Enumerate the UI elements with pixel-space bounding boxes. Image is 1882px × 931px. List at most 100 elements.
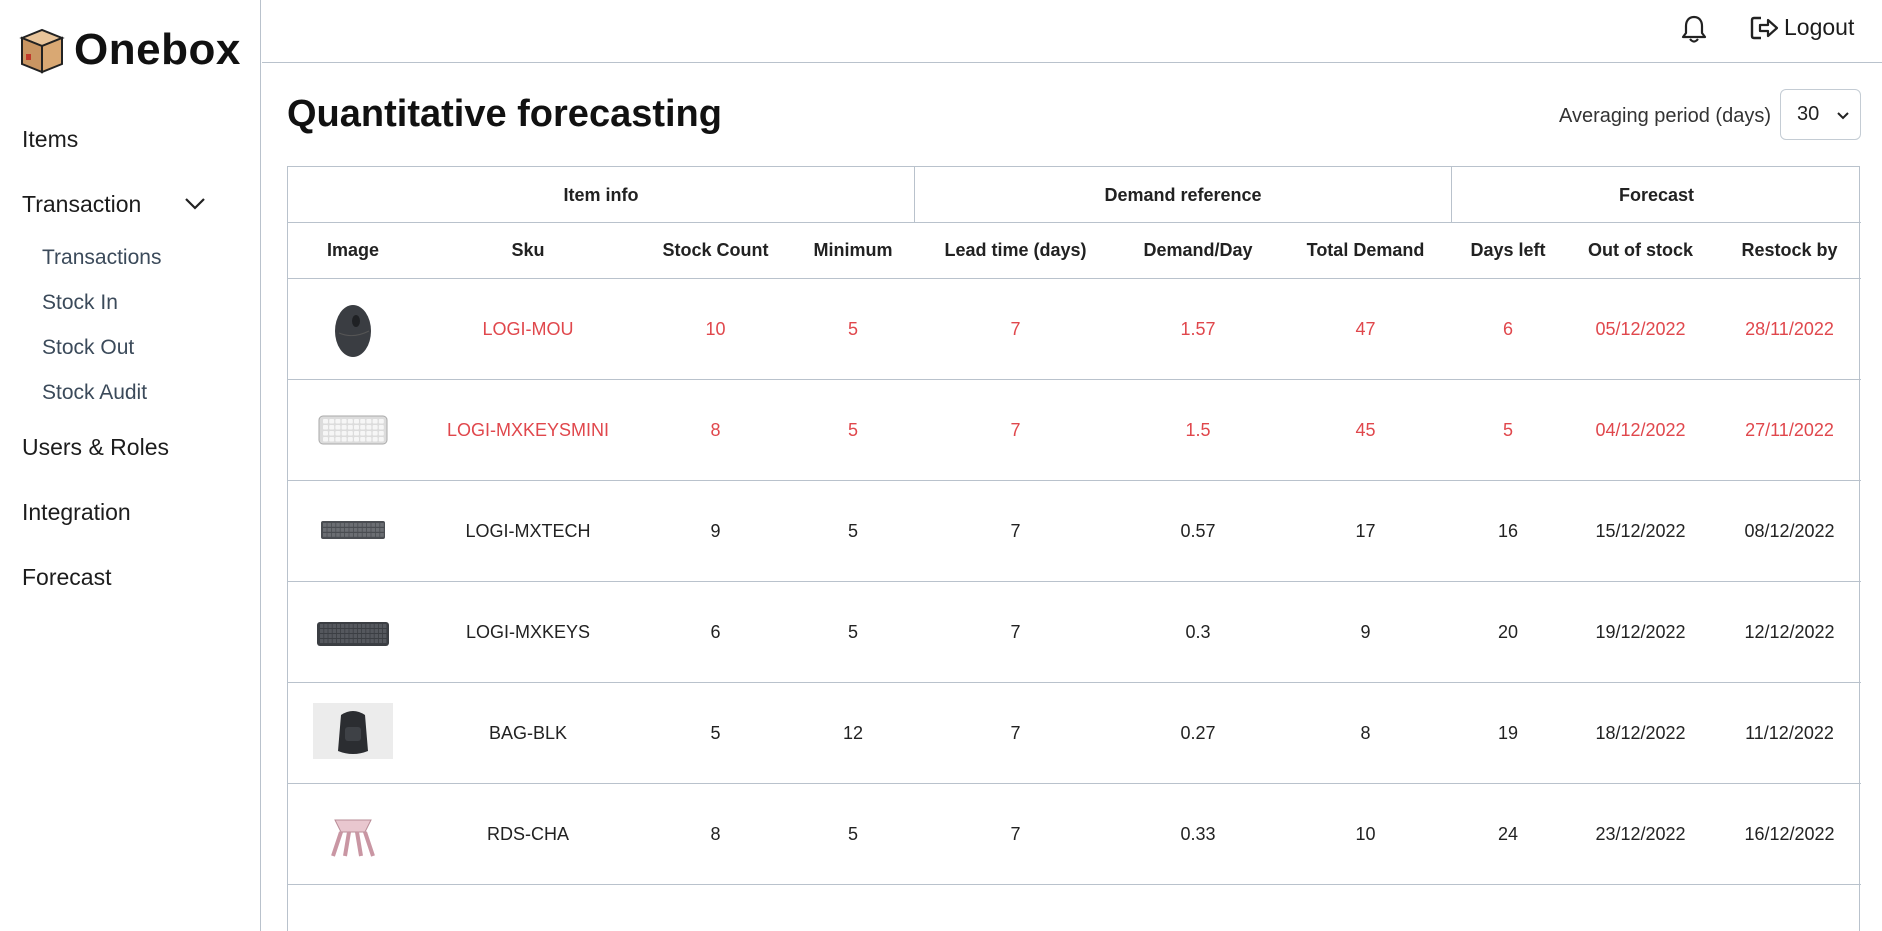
- table-row[interactable]: LOGI-MXKEYSMINI 8 5 7 1.5 45 5 04/12/2022 27/11/…: [288, 380, 1861, 481]
- cell-minimum: 5: [847, 621, 858, 642]
- col-image[interactable]: Image: [288, 223, 418, 278]
- cell-restock-by: 28/11/2022: [1745, 318, 1834, 339]
- col-minimum[interactable]: Minimum: [793, 223, 913, 278]
- sidebar-item-users-roles[interactable]: Users & Roles: [0, 432, 260, 462]
- table-row[interactable]: LOGI-MOU 10 5 7 1.57 47 6 05/12/2022 28/11/2022: [288, 279, 1861, 380]
- cell-total-demand: 17: [1355, 520, 1376, 541]
- app-root: Onebox Items Transaction Transactions St…: [0, 0, 1882, 931]
- table-column-header: Image Sku Stock Count Minimum Lead time …: [288, 223, 1861, 279]
- cell-days-left: 5: [1502, 419, 1513, 440]
- cell-demand-day: 0.33: [1180, 823, 1216, 844]
- col-sku[interactable]: Sku: [418, 223, 638, 278]
- box-logo-icon: [19, 28, 65, 74]
- cell-lead-time: 7: [1010, 823, 1021, 844]
- cell-sku: LOGI-MXKEYS: [465, 621, 591, 642]
- cell-out-of-stock: 18/12/2022: [1595, 722, 1686, 743]
- logout-icon: [1750, 16, 1779, 39]
- cell-stock-count: 5: [710, 722, 721, 743]
- col-out-of-stock[interactable]: Out of stock: [1563, 223, 1718, 278]
- cell-days-left: 16: [1497, 520, 1519, 541]
- col-lead-time[interactable]: Lead time (days): [913, 223, 1118, 278]
- group-forecast: Forecast: [1618, 184, 1695, 205]
- sidebar-subitem-stock-audit[interactable]: Stock Audit: [0, 379, 260, 407]
- cell-image: [288, 683, 418, 783]
- cell-restock-by: 08/12/2022: [1744, 520, 1835, 541]
- table-group-header: Item info Demand reference Forecast: [288, 167, 1861, 223]
- cell-restock-by: 11/12/2022: [1745, 722, 1834, 743]
- sidebar-item-integration[interactable]: Integration: [0, 497, 260, 527]
- table-row[interactable]: BAG-BLK 5 12 7 0.27 8 19 18/12/2022 11/12/2022: [288, 683, 1861, 784]
- cell-days-left: 19: [1497, 722, 1519, 743]
- cell-lead-time: 7: [1010, 722, 1021, 743]
- table-row[interactable]: LOGI-MXTECH 9 5 7 0.57 17 16 15/12/2022 08/12/20…: [288, 481, 1861, 582]
- cell-stock-count: 8: [710, 823, 721, 844]
- cell-image: [288, 380, 418, 480]
- cell-minimum: 5: [847, 419, 858, 440]
- sidebar-subitem-stock-in[interactable]: Stock In: [0, 289, 260, 317]
- bell-icon[interactable]: [1680, 14, 1708, 44]
- chevron-down-icon: [185, 198, 205, 210]
- forecast-table: Item info Demand reference Forecast Imag…: [287, 166, 1861, 931]
- averaging-period-select[interactable]: 30: [1780, 89, 1861, 140]
- brand-name: Onebox: [74, 25, 241, 74]
- brand[interactable]: Onebox: [16, 24, 241, 76]
- logout-label: Logout: [1784, 14, 1855, 40]
- cell-stock-count: 10: [705, 318, 726, 339]
- sidebar-subitem-stock-out[interactable]: Stock Out: [0, 334, 260, 362]
- cell-total-demand: 45: [1355, 419, 1376, 440]
- cell-minimum: 12: [842, 722, 864, 743]
- col-stock-count[interactable]: Stock Count: [638, 223, 793, 278]
- keyboard-icon: [313, 602, 393, 662]
- cell-demand-day: 0.27: [1180, 722, 1216, 743]
- cell-total-demand: 10: [1355, 823, 1376, 844]
- averaging-period-value: 30: [1797, 103, 1820, 125]
- cell-sku: LOGI-MOU: [482, 318, 574, 339]
- cell-days-left: 24: [1497, 823, 1519, 844]
- cell-out-of-stock: 23/12/2022: [1595, 823, 1686, 844]
- col-restock-by[interactable]: Restock by: [1718, 223, 1861, 278]
- top-bar: Logout: [262, 0, 1882, 63]
- table-row[interactable]: LOGI-MXKEYS 6 5 7 0.3 9 20 19/12/2022 12/12/2022: [288, 582, 1861, 683]
- chevron-down-icon: [1837, 112, 1849, 120]
- col-days-left[interactable]: Days left: [1453, 223, 1563, 278]
- sidebar-subitem-transactions[interactable]: Transactions: [0, 244, 260, 272]
- cell-days-left: 6: [1502, 318, 1513, 339]
- cell-lead-time: 7: [1010, 520, 1021, 541]
- cell-image: [288, 481, 418, 581]
- group-item-info: Item info: [288, 167, 915, 223]
- cell-minimum: 5: [847, 823, 858, 844]
- cell-minimum: 5: [847, 318, 858, 339]
- cell-days-left: 20: [1497, 621, 1519, 642]
- cell-total-demand: 47: [1355, 318, 1376, 339]
- page-title: Quantitative forecasting: [287, 93, 722, 135]
- cell-total-demand: 9: [1360, 621, 1371, 642]
- col-demand-day[interactable]: Demand/Day: [1118, 223, 1278, 278]
- table-row[interactable]: RDS-CHA 8 5 7 0.33 10 24 23/12/2022 16/12/2022: [288, 784, 1861, 885]
- stool-icon: [313, 804, 393, 864]
- backpack-icon: [313, 703, 393, 763]
- col-total-demand[interactable]: Total Demand: [1278, 223, 1453, 278]
- sidebar: Onebox Items Transaction Transactions St…: [0, 0, 261, 931]
- cell-restock-by: 12/12/2022: [1744, 621, 1835, 642]
- cell-sku: LOGI-MXTECH: [465, 520, 591, 541]
- cell-restock-by: 16/12/2022: [1744, 823, 1835, 844]
- cell-demand-day: 1.57: [1180, 318, 1216, 339]
- sidebar-item-label: Transaction: [22, 191, 142, 217]
- cell-image: [288, 784, 418, 884]
- cell-total-demand: 8: [1360, 722, 1371, 743]
- logout-button[interactable]: Logout: [1750, 14, 1854, 41]
- cell-lead-time: 7: [1010, 318, 1021, 339]
- sidebar-item-transaction[interactable]: Transaction: [0, 189, 260, 219]
- cell-stock-count: 8: [710, 419, 721, 440]
- sidebar-item-items[interactable]: Items: [0, 124, 260, 154]
- keyboard-mech-icon: [313, 501, 393, 561]
- cell-demand-day: 0.57: [1180, 520, 1216, 541]
- cell-minimum: 5: [847, 520, 858, 541]
- averaging-period-label: Averaging period (days): [1559, 105, 1771, 127]
- mouse-icon: [313, 299, 393, 359]
- cell-lead-time: 7: [1010, 621, 1021, 642]
- cell-stock-count: 6: [710, 621, 721, 642]
- sidebar-item-forecast[interactable]: Forecast: [0, 562, 260, 592]
- cell-image: [288, 279, 418, 379]
- cell-sku: RDS-CHA: [486, 823, 569, 844]
